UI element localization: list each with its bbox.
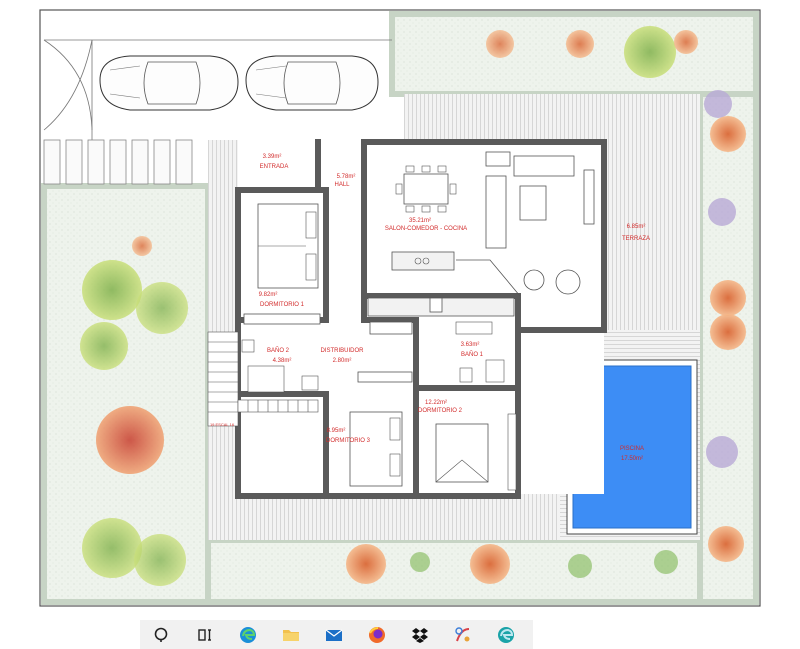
file-explorer-icon bbox=[282, 629, 299, 641]
mail-icon bbox=[325, 629, 342, 641]
tree-red bbox=[96, 406, 164, 474]
taskbar-task-view-button[interactable] bbox=[183, 620, 226, 649]
bano2-name: BAÑO 2 bbox=[267, 347, 290, 354]
taskbar-search-button[interactable] bbox=[140, 620, 183, 649]
entrada-name: ENTRADA bbox=[260, 164, 289, 170]
taskbar bbox=[140, 620, 533, 649]
bano1-name: BAÑO 1 bbox=[461, 351, 484, 358]
taskbar-file-explorer-button[interactable] bbox=[269, 620, 312, 649]
taskbar-paint-button[interactable] bbox=[441, 620, 484, 649]
terraza-area: 6.85m² bbox=[627, 224, 646, 230]
entrada-area: 3.39m² bbox=[263, 154, 282, 160]
dormitorio1-name: DORMITORIO 1 bbox=[260, 302, 305, 308]
piscina-name: PISCINA bbox=[620, 446, 644, 452]
taskbar-firefox-button[interactable] bbox=[355, 620, 398, 649]
salon-name: SALON-COMEDOR - COCINA bbox=[385, 226, 467, 232]
bano1-area: 3.63m² bbox=[461, 342, 480, 348]
dormitorio1-area: 9.82m² bbox=[259, 292, 278, 298]
terraza-name: TERRAZA bbox=[622, 236, 650, 242]
stepping-stones bbox=[43, 139, 193, 185]
car-1 bbox=[99, 55, 239, 111]
hall-name: HALL bbox=[334, 182, 350, 188]
hall-area: 5.78m² bbox=[337, 174, 356, 180]
stairs-label: 19 ESCAL 16 bbox=[210, 422, 235, 427]
car-2 bbox=[245, 55, 379, 111]
taskbar-edge-beta-button[interactable] bbox=[484, 620, 527, 649]
dormitorio3-name: DORMITORIO 3 bbox=[326, 438, 371, 444]
dormitorio2-area: 12.22m² bbox=[425, 400, 447, 406]
taskbar-dropbox-button[interactable] bbox=[398, 620, 441, 649]
piscina-area: 17.50m² bbox=[621, 456, 643, 462]
dormitorio2-name: DORMITORIO 2 bbox=[418, 408, 463, 414]
tree-green bbox=[624, 26, 676, 78]
paint-icon bbox=[454, 626, 469, 641]
distribuidor-area: 2.80m² bbox=[333, 358, 352, 364]
edge-icon bbox=[239, 626, 256, 643]
dropbox-icon bbox=[411, 627, 428, 643]
house bbox=[235, 139, 607, 499]
taskbar-edge-button[interactable] bbox=[226, 620, 269, 649]
taskbar-mail-button[interactable] bbox=[312, 620, 355, 649]
firefox-icon bbox=[368, 626, 385, 643]
distribuidor-name: DISTRIBUIDOR bbox=[320, 348, 364, 354]
bano2-area: 4.38m² bbox=[273, 358, 292, 364]
floor-plan: 3.39m² ENTRADA 5.78m² HALL 35.21m² SALON… bbox=[39, 9, 761, 607]
salon-area: 35.21m² bbox=[409, 218, 431, 224]
task-view-icon bbox=[197, 628, 211, 641]
search-icon bbox=[154, 627, 167, 642]
dormitorio3-area: 8.95m² bbox=[327, 428, 346, 434]
edge-beta-icon bbox=[497, 626, 514, 643]
